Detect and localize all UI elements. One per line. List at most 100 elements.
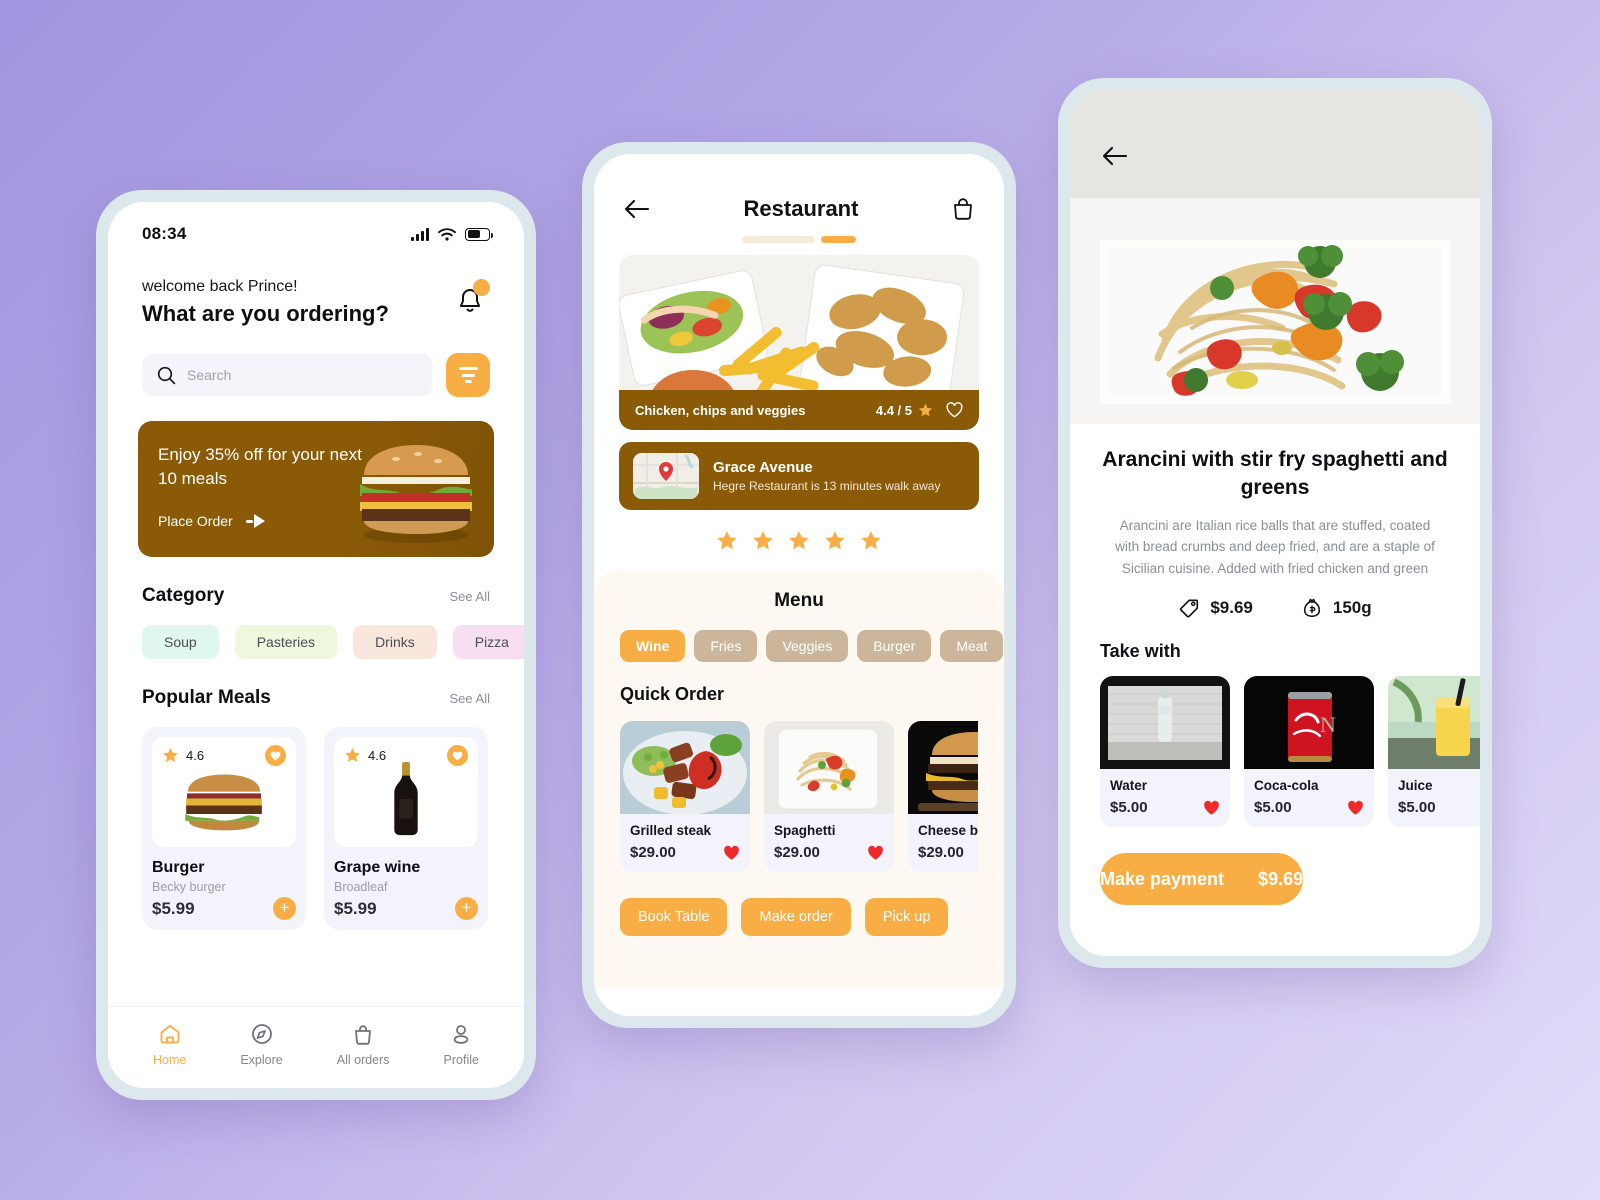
phone-restaurant-device: Restaurant Chicken, chips and veggies 4.…: [582, 142, 1016, 1028]
notification-bell-button[interactable]: [450, 278, 490, 318]
bag-icon[interactable]: [952, 197, 974, 221]
restaurant-header: Restaurant: [594, 154, 1004, 222]
take-with-body: Juice $5.00: [1388, 769, 1480, 827]
menu-chip-fries[interactable]: Fries: [694, 630, 758, 662]
tab-explore-label: Explore: [240, 1053, 283, 1067]
coca-cola-can-image: N: [1244, 676, 1374, 770]
tab-all-orders[interactable]: All orders: [337, 1022, 390, 1067]
star-icon[interactable]: [824, 530, 846, 552]
menu-chip-meat[interactable]: Meat: [940, 630, 1004, 662]
cheese-burger-image: [908, 721, 978, 814]
take-with-price: $5.00: [1254, 799, 1292, 817]
popular-see-all-link[interactable]: See All: [450, 691, 490, 706]
quick-order-name: Cheese burger: [918, 823, 978, 838]
meal-card-top: 4.6: [162, 745, 286, 766]
star-icon[interactable]: [716, 530, 738, 552]
menu-chip-wine[interactable]: Wine: [620, 630, 686, 662]
meal-card-top: 4.6: [344, 745, 468, 766]
hero-rating: 4.4 / 5: [876, 403, 933, 418]
meal-card-burger[interactable]: 4.6 Burger Becky burger $5.99 +: [142, 727, 306, 930]
tab-profile[interactable]: Profile: [444, 1022, 479, 1067]
heart-icon: [452, 751, 463, 760]
star-icon[interactable]: [788, 530, 810, 552]
favorite-button[interactable]: [447, 745, 468, 766]
heart-icon: [270, 751, 281, 760]
battery-icon: [465, 227, 494, 241]
make-order-button[interactable]: Make order: [741, 898, 851, 936]
heart-icon[interactable]: [1347, 800, 1364, 816]
quick-order-card-grilled-steak[interactable]: Grilled steak $29.00: [620, 721, 750, 872]
take-with-footer: $5.00: [1398, 799, 1480, 816]
restaurant-action-buttons: Book Table Make order Pick up: [620, 898, 978, 936]
category-chip-pasteries[interactable]: Pasteries: [234, 625, 338, 659]
take-with-price: $5.00: [1398, 799, 1436, 817]
tab-home[interactable]: Home: [153, 1022, 186, 1067]
detail-title: Arancini with stir fry spaghetti and gre…: [1102, 448, 1448, 500]
popular-title: Popular Meals: [142, 687, 271, 708]
book-table-button[interactable]: Book Table: [620, 898, 728, 936]
meal-rating: 4.6: [344, 747, 386, 764]
tab-home-label: Home: [153, 1053, 187, 1067]
heart-icon[interactable]: [1203, 800, 1220, 816]
take-with-name: Coca-cola: [1254, 778, 1319, 794]
pagination-dot-inactive[interactable]: [742, 236, 815, 243]
star-icon: [345, 747, 360, 762]
take-with-body: Coca-cola $5.00: [1244, 769, 1374, 827]
star-icon[interactable]: [752, 530, 774, 552]
address-card[interactable]: Grace Avenue Hegre Restaurant is 13 minu…: [619, 442, 979, 510]
take-with-image: [1100, 676, 1230, 770]
heart-outline-icon[interactable]: [946, 402, 963, 418]
heart-icon[interactable]: [723, 845, 740, 861]
meal-subtitle: Becky burger: [152, 880, 226, 894]
carousel-pagination[interactable]: [594, 236, 1004, 243]
take-with-card-water[interactable]: Water $5.00: [1100, 676, 1230, 828]
meal-rating: 4.6: [162, 747, 204, 764]
page-title: What are you ordering?: [142, 301, 389, 326]
promo-banner[interactable]: Enjoy 35% off for your next 10 meals Pla…: [138, 421, 494, 557]
bag-icon: [355, 1025, 372, 1045]
category-chip-drinks[interactable]: Drinks: [353, 625, 437, 659]
back-arrow-icon[interactable]: [624, 199, 650, 219]
take-with-card-coca-cola[interactable]: N Coca-cola $5.00: [1244, 676, 1374, 828]
category-see-all-link[interactable]: See All: [450, 589, 490, 604]
quick-order-card-spaghetti[interactable]: Spaghetti $29.00: [764, 721, 894, 872]
notification-dot: [473, 279, 490, 296]
pagination-dot-active[interactable]: [821, 236, 856, 243]
category-chip-pizza[interactable]: Pizza: [452, 625, 524, 659]
quick-order-price: $29.00: [630, 844, 676, 861]
rating-stars[interactable]: [594, 530, 1004, 552]
favorite-button[interactable]: [265, 745, 286, 766]
meal-image-burger: 4.6: [152, 737, 296, 847]
quick-order-name: Spaghetti: [774, 823, 836, 838]
meal-card-grape-wine[interactable]: 4.6 Grape wine Broadleaf $5.99 +: [324, 727, 488, 930]
take-with-card-juice[interactable]: Juice $5.00: [1388, 676, 1480, 828]
status-icons: [411, 227, 494, 241]
search-box[interactable]: [142, 354, 432, 396]
take-with-image: [1388, 676, 1480, 770]
take-with-title: Take with: [1100, 641, 1181, 662]
phone-home-device: 08:34 welcome back Prince! What are you …: [96, 190, 536, 1100]
tab-explore[interactable]: Explore: [240, 1022, 283, 1067]
search-input[interactable]: [187, 367, 417, 383]
filter-button[interactable]: [446, 353, 490, 397]
menu-chip-burger[interactable]: Burger: [857, 630, 932, 662]
star-icon: [163, 747, 178, 762]
take-with-footer: $5.00: [1254, 799, 1364, 816]
bottom-tab-bar: Home Explore All orders Profile: [108, 1006, 524, 1088]
make-payment-button[interactable]: Make payment $9.69: [1100, 853, 1304, 906]
pick-up-button[interactable]: Pick up: [864, 898, 949, 936]
category-chip-soup[interactable]: Soup: [142, 625, 219, 659]
restaurant-hero-card[interactable]: Chicken, chips and veggies 4.4 / 5: [619, 255, 979, 430]
add-to-cart-button[interactable]: +: [273, 897, 296, 920]
meal-price: $5.99: [152, 898, 195, 918]
search-row: [108, 327, 524, 397]
star-icon[interactable]: [860, 530, 882, 552]
category-chip-list[interactable]: Soup Pasteries Drinks Pizza: [108, 625, 524, 659]
take-with-footer: $5.00: [1110, 799, 1220, 816]
add-to-cart-button[interactable]: +: [455, 897, 478, 920]
heart-icon[interactable]: [867, 845, 884, 861]
back-arrow-icon[interactable]: [1102, 146, 1128, 166]
tab-all-orders-label: All orders: [336, 1053, 390, 1067]
menu-chip-veggies[interactable]: Veggies: [766, 630, 849, 662]
quick-order-card-cheese-burger[interactable]: Cheese burger $29.00: [908, 721, 978, 872]
